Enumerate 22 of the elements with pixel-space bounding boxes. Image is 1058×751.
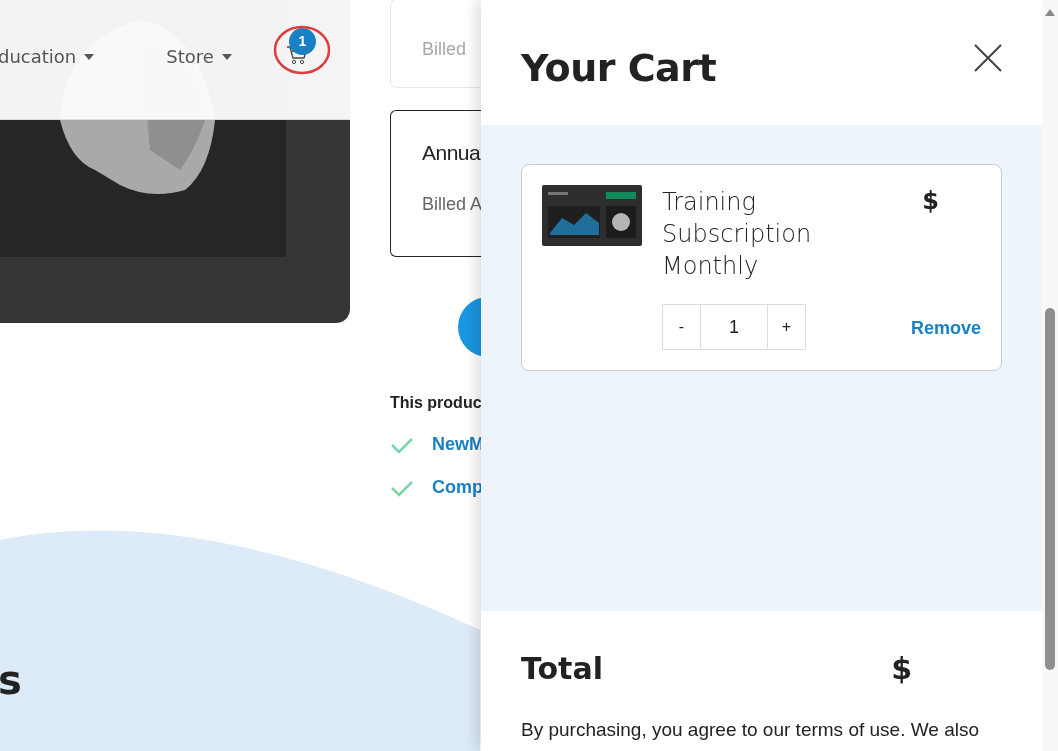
- plan-title: Annua: [422, 140, 482, 166]
- nav-link[interactable]: Store: [166, 46, 232, 67]
- product-name: Training Subscription Monthly: [662, 187, 813, 282]
- cart-count-badge: 1: [288, 27, 316, 55]
- decrement-button[interactable]: -: [662, 304, 701, 350]
- scrollbar[interactable]: [1042, 0, 1058, 751]
- quantity-field[interactable]: 1: [701, 304, 767, 350]
- feature-link[interactable]: Comp: [432, 474, 483, 501]
- section-heading: s: [0, 657, 23, 703]
- total-value: $: [891, 651, 912, 686]
- remove-link[interactable]: Remove: [910, 315, 981, 342]
- check-icon: [390, 478, 414, 497]
- drawer-title: Your Cart: [521, 44, 717, 90]
- total-label: Total: [521, 651, 603, 686]
- plan-billing: Billed A: [422, 192, 484, 216]
- check-icon: [390, 435, 414, 454]
- terms-notice: By purchasing, you agree to our terms of use. We also: [521, 718, 980, 742]
- plan-billing: Billed: [422, 38, 468, 61]
- item-price: $: [922, 186, 939, 217]
- includes-heading: This produc: [390, 393, 483, 413]
- increment-button[interactable]: +: [767, 304, 806, 350]
- close-icon[interactable]: [974, 43, 1002, 72]
